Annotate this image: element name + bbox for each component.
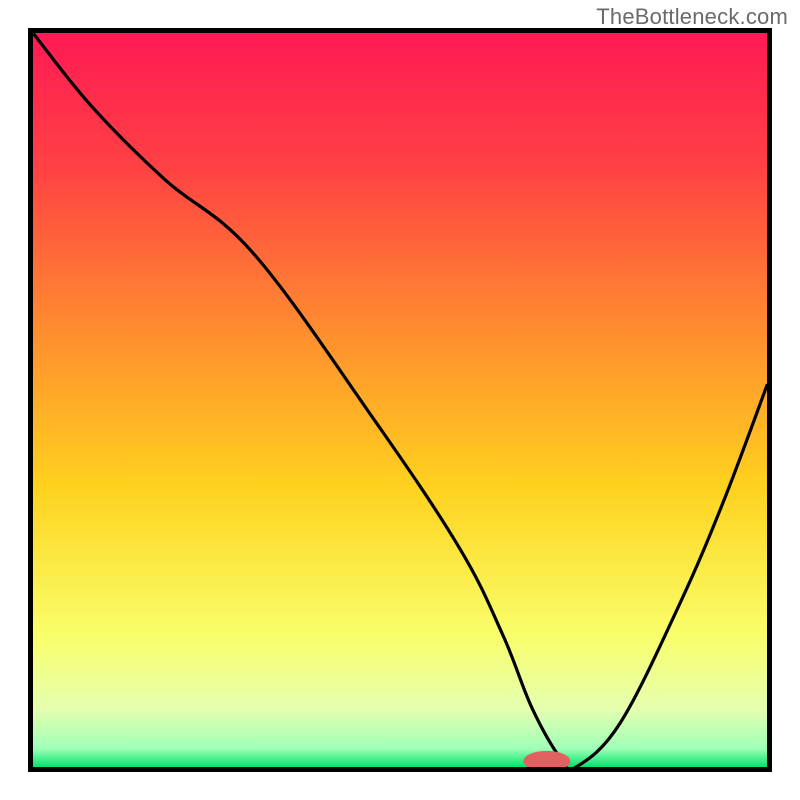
plot-area <box>28 28 772 772</box>
watermark-text: TheBottleneck.com <box>596 4 788 30</box>
chart-frame: TheBottleneck.com <box>0 0 800 800</box>
gradient-rect <box>33 33 767 767</box>
chart-svg <box>33 33 767 767</box>
